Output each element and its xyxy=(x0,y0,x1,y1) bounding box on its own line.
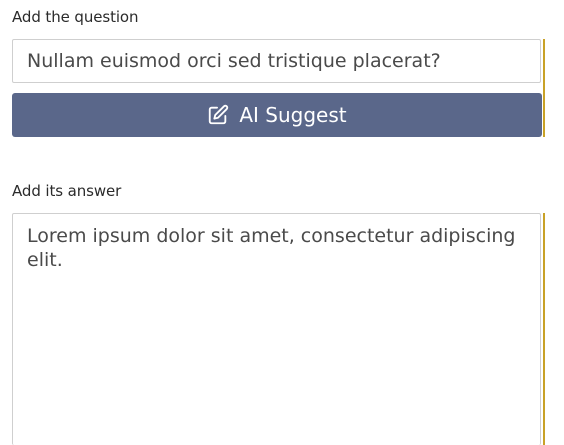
answer-label: Add its answer xyxy=(12,182,122,200)
qa-form: Add the question Nullam euismod orci sed… xyxy=(0,0,564,445)
question-label: Add the question xyxy=(12,8,139,26)
question-accent-bar xyxy=(543,39,545,137)
answer-textarea[interactable]: Lorem ipsum dolor sit amet, consectetur … xyxy=(12,213,541,445)
ai-suggest-label: AI Suggest xyxy=(239,103,347,127)
question-input[interactable]: Nullam euismod orci sed tristique placer… xyxy=(12,39,541,83)
ai-suggest-button[interactable]: AI Suggest xyxy=(12,93,542,137)
answer-accent-bar xyxy=(543,213,545,445)
edit-icon xyxy=(207,104,229,126)
